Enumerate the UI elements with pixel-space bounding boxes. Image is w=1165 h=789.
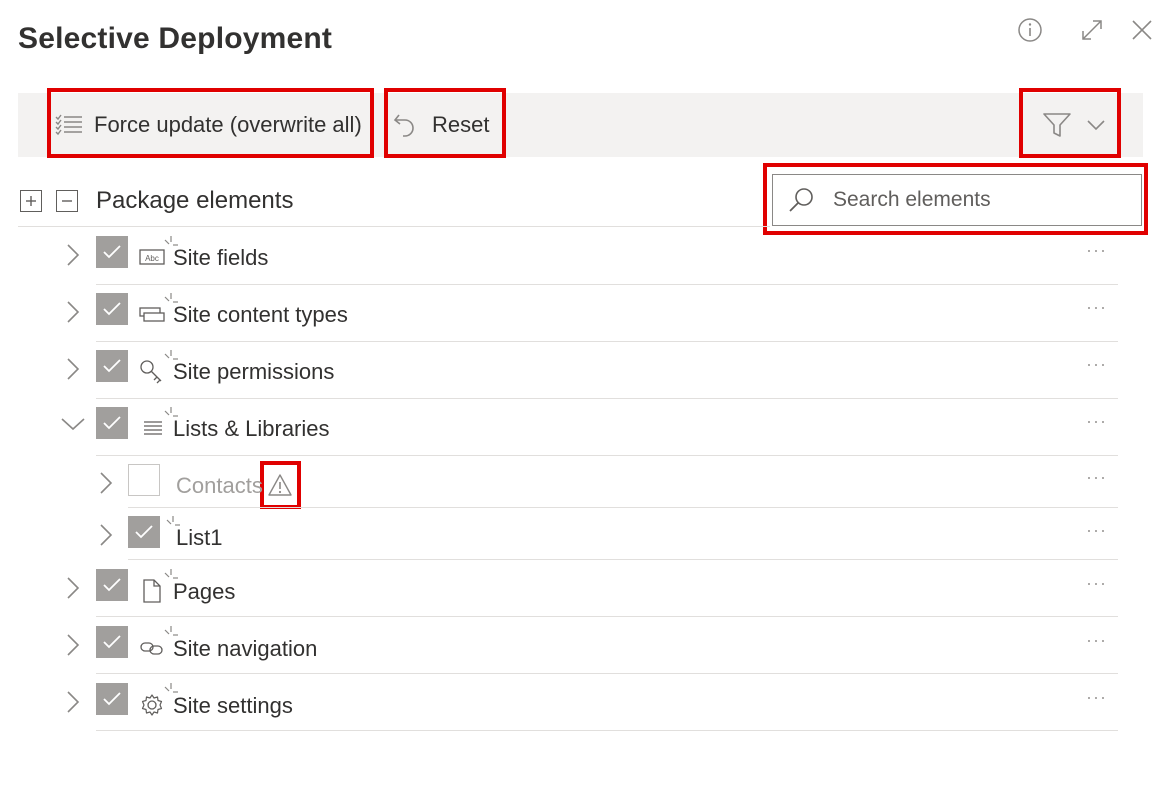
check-icon [103,245,121,259]
gear-icon [138,691,166,719]
chevron-down-icon [1086,118,1106,132]
filter-dropdown-button[interactable] [1042,93,1106,157]
tree-item-label: List1 [176,525,223,550]
tree-item-label: Contacts [176,473,263,498]
reset-label: Reset [432,112,490,137]
chevron-right-icon[interactable] [93,522,119,548]
force-update-button[interactable]: Force update (overwrite all) [54,93,362,157]
tree-item-label: Site fields [173,245,269,270]
more-options-icon[interactable]: ··· [1086,467,1107,488]
chevron-right-icon[interactable] [60,356,86,382]
search-box[interactable] [772,174,1142,226]
tree-header-divider [18,226,770,227]
search-input[interactable] [831,187,1125,213]
reset-button[interactable]: Reset [392,93,489,157]
checkbox-site-permissions[interactable] [96,350,128,382]
checkbox-lists-libraries[interactable] [96,407,128,439]
close-icon[interactable] [1128,16,1156,44]
chevron-right-icon[interactable] [93,470,119,496]
checkbox-site-navigation[interactable] [96,626,128,658]
checkbox-contacts[interactable] [128,464,160,496]
more-options-icon[interactable]: ··· [1086,573,1107,594]
tree-header: Package elements [20,186,293,216]
page-icon [138,577,166,605]
chevron-right-icon[interactable] [60,689,86,715]
tree-header-label: Package elements [96,187,294,214]
more-options-icon[interactable]: ··· [1086,240,1107,261]
more-options-icon[interactable]: ··· [1086,354,1107,375]
checklist-icon [54,113,84,137]
chevron-right-icon[interactable] [60,299,86,325]
text-field-icon: Abc [138,243,166,271]
svg-text:Abc: Abc [145,254,159,263]
force-update-label: Force update (overwrite all) [94,112,362,137]
more-options-icon[interactable]: ··· [1086,297,1107,318]
tree-item-label: Site content types [173,302,348,327]
list-icon [138,414,166,442]
tree-item-label: Lists & Libraries [173,416,330,441]
dialog-title: Selective Deployment [18,22,333,55]
tree-item-label: Site permissions [173,359,335,384]
tree-item-label: Site settings [173,693,293,718]
collapse-all-icon[interactable] [56,190,78,212]
link-icon [138,634,166,662]
checkbox-list1[interactable] [128,516,160,548]
checkbox-site-content-types[interactable] [96,293,128,325]
search-icon [787,186,815,214]
key-icon [138,357,166,385]
expand-icon[interactable] [1078,16,1106,44]
tree-row-pages [96,560,1118,617]
chevron-right-icon[interactable] [60,632,86,658]
more-options-icon[interactable]: ··· [1086,630,1107,651]
chevron-down-icon[interactable] [60,411,86,437]
chevron-right-icon[interactable] [60,575,86,601]
expand-all-icon[interactable] [20,190,42,212]
content-type-icon [138,300,166,328]
chevron-right-icon[interactable] [60,242,86,268]
filter-icon [1042,111,1072,139]
checkbox-pages[interactable] [96,569,128,601]
undo-icon [392,111,418,139]
tree-row-list1 [128,507,1118,560]
more-options-icon[interactable]: ··· [1086,687,1107,708]
more-options-icon[interactable]: ··· [1086,520,1107,541]
tree-item-label: Site navigation [173,636,318,661]
info-icon[interactable] [1016,16,1044,44]
tree-item-label: Pages [173,579,236,604]
warning-icon[interactable] [266,471,294,499]
checkbox-site-fields[interactable] [96,236,128,268]
command-bar: Force update (overwrite all) Reset [18,93,1143,157]
more-options-icon[interactable]: ··· [1086,411,1107,432]
checkbox-site-settings[interactable] [96,683,128,715]
